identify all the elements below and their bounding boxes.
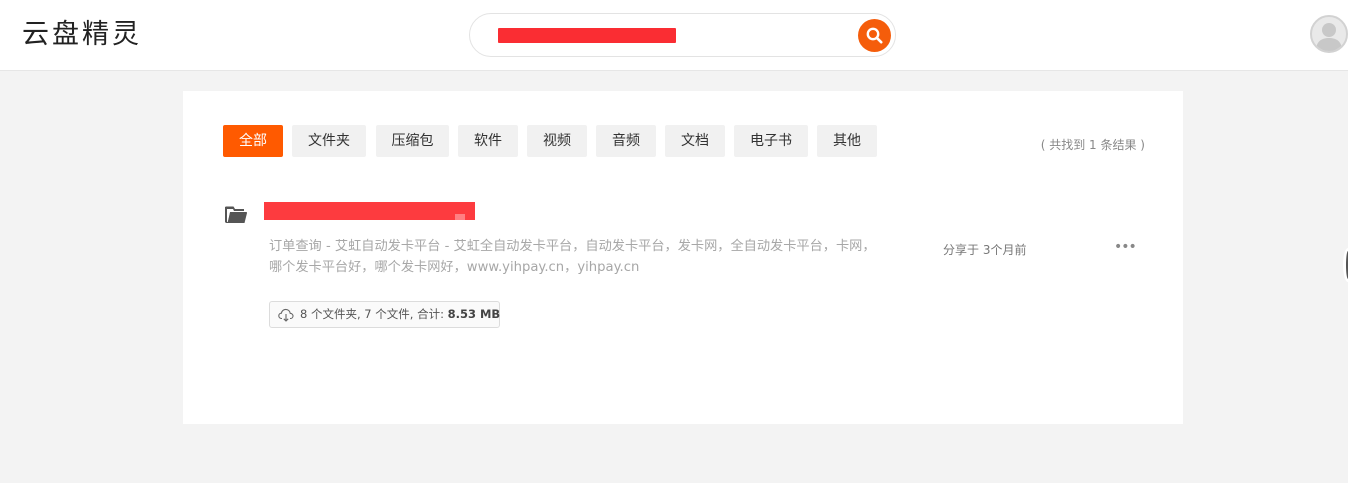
search-box <box>469 13 896 57</box>
results-card: 全部 文件夹 压缩包 软件 视频 音频 文档 电子书 其他 ( 共找到 1 条结… <box>183 91 1183 424</box>
shared-time: 分享于 3个月前 <box>943 243 1027 257</box>
result-count: ( 共找到 1 条结果 ) <box>1040 138 1145 152</box>
more-icon: ••• <box>1114 239 1137 255</box>
tab-all[interactable]: 全部 <box>223 125 283 157</box>
user-avatar[interactable] <box>1310 15 1348 53</box>
redacted-title-tail <box>455 214 465 220</box>
size-summary-text: 8 个文件夹, 7 个文件, 合计: <box>300 307 448 321</box>
tab-software[interactable]: 软件 <box>458 125 518 157</box>
search-button[interactable] <box>858 19 891 52</box>
size-summary-badge[interactable]: 8 个文件夹, 7 个文件, 合计: 8.53 MB <box>269 301 500 328</box>
user-avatar-icon <box>1316 23 1342 51</box>
size-total: 8.53 MB <box>447 307 501 321</box>
redacted-search-text <box>498 28 676 43</box>
search-icon <box>866 27 883 44</box>
side-float-button[interactable] <box>1343 248 1348 282</box>
tab-other[interactable]: 其他 <box>817 125 877 157</box>
result-description: 订单查询 - 艾虹自动发卡平台 - 艾虹全自动发卡平台，自动发卡平台，发卡网，全… <box>269 239 876 275</box>
cloud-download-icon <box>278 308 294 322</box>
tab-audio[interactable]: 音频 <box>596 125 656 157</box>
tab-archive[interactable]: 压缩包 <box>376 125 449 157</box>
more-button[interactable]: ••• <box>1114 239 1137 255</box>
site-logo[interactable]: 云盘精灵 <box>22 18 142 52</box>
tab-ebook[interactable]: 电子书 <box>734 125 808 157</box>
tab-document[interactable]: 文档 <box>665 125 725 157</box>
tab-folder[interactable]: 文件夹 <box>292 125 366 157</box>
tab-video[interactable]: 视频 <box>527 125 587 157</box>
folder-icon <box>224 204 248 228</box>
redacted-result-title[interactable] <box>264 202 475 220</box>
top-bar: 云盘精灵 <box>0 0 1348 71</box>
